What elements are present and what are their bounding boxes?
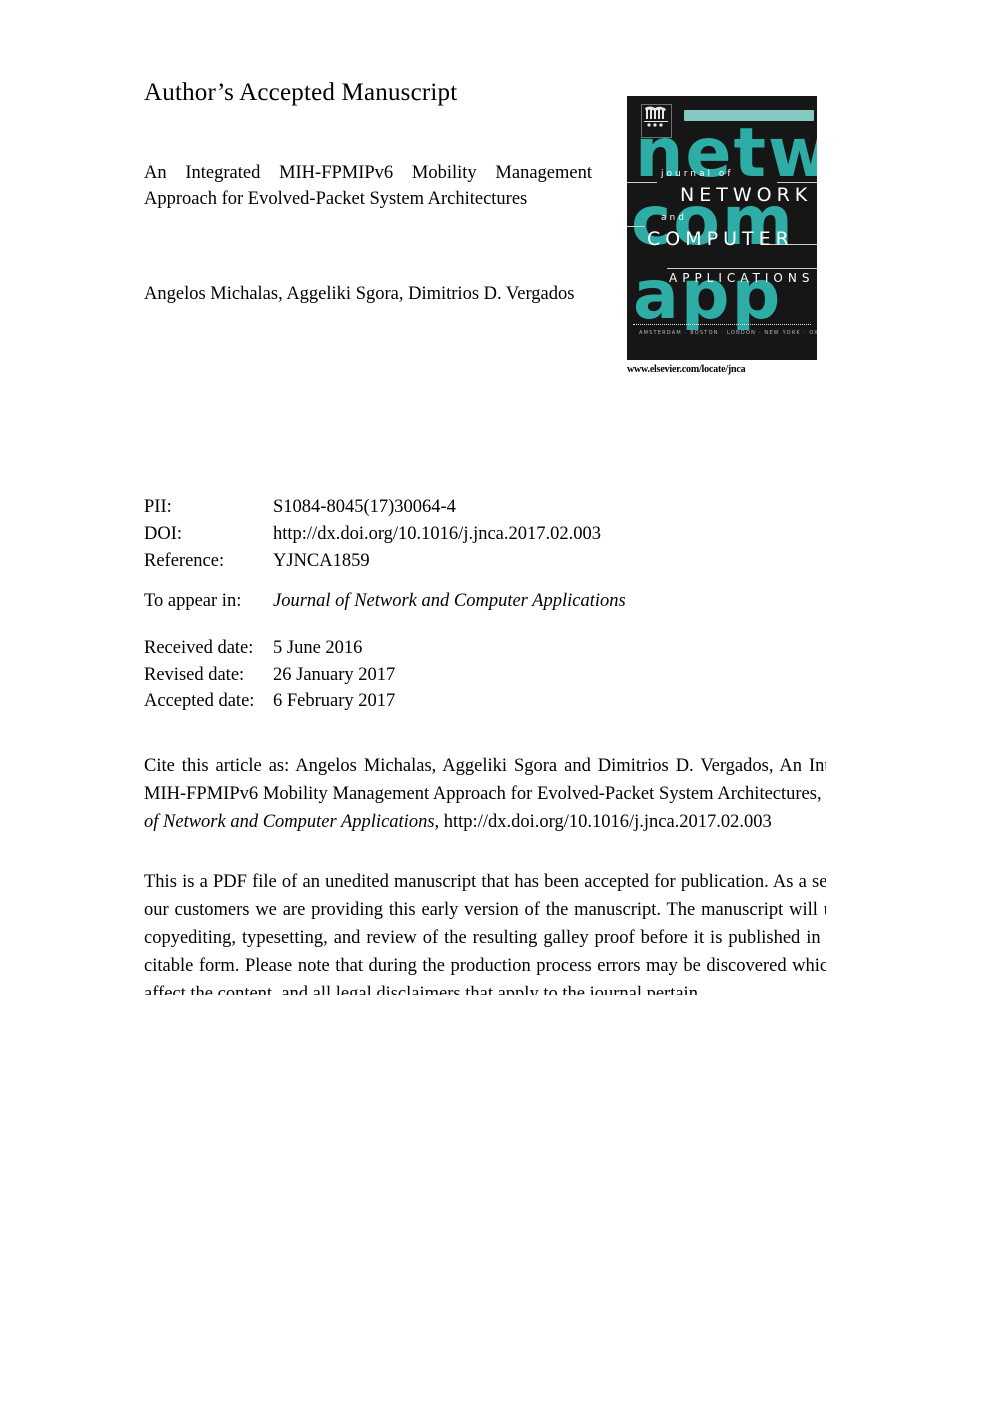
dates-block: Received date: 5 June 2016 Revised date:… <box>144 635 395 715</box>
citation-doi-tail: , http://dx.doi.org/10.1016/j.jnca.2017.… <box>434 811 772 832</box>
metadata-row-doi: DOI: http://dx.doi.org/10.1016/j.jnca.20… <box>144 521 601 548</box>
clipped-text-region: Cite this article as: Angelos Michalas, … <box>0 725 826 996</box>
metadata-value: YJNCA1859 <box>273 551 370 571</box>
date-value: 6 February 2017 <box>273 691 396 711</box>
date-label: Received date: <box>144 638 254 658</box>
metadata-block: PII: S1084-8045(17)30064-4 DOI: http://d… <box>144 494 601 575</box>
cover-imprint-cities: AMSTERDAM · BOSTON · LONDON · NEW YORK ·… <box>639 330 817 336</box>
date-label: Revised date: <box>144 664 245 685</box>
date-row-received: Received date: 5 June 2016 <box>144 635 395 662</box>
citation-paragraph: Cite this article as: Angelos Michalas, … <box>144 752 826 836</box>
date-row-accepted: Accepted date: 6 February 2017 <box>144 688 395 715</box>
cover-rule <box>627 226 645 227</box>
cover-accent-bar <box>684 110 814 121</box>
cover-rule <box>777 182 817 183</box>
elsevier-tree-logo-icon <box>641 104 672 138</box>
metadata-key: DOI: <box>144 524 183 544</box>
to-appear-in-label: To appear in: <box>144 591 242 611</box>
article-title: An Integrated MIH-FPMIPv6 Mobility Manag… <box>144 163 592 209</box>
metadata-value: S1084-8045(17)30064-4 <box>273 497 456 517</box>
date-row-revised: Revised date: 26 January 2017 <box>144 662 395 689</box>
date-label: Accepted date: <box>144 691 255 711</box>
metadata-row-pii: PII: S1084-8045(17)30064-4 <box>144 494 601 521</box>
date-value: 5 June 2016 <box>273 638 363 658</box>
date-value: 26 January 2017 <box>273 664 396 685</box>
cover-rule <box>667 268 817 269</box>
manuscript-cover-page: Author’s Accepted Manuscript An Integrat… <box>0 0 992 1403</box>
citation-lead: Cite this article as: Angelos Michalas, … <box>144 755 826 804</box>
journal-url: www.elsevier.com/locate/jnca <box>627 364 746 375</box>
author-list: Angelos Michalas, Aggeliki Sgora, Dimitr… <box>144 284 575 304</box>
metadata-value[interactable]: http://dx.doi.org/10.1016/j.jnca.2017.02… <box>273 521 601 548</box>
journal-cover-artwork: netw com app journal of NETWORK and COMP… <box>627 96 817 360</box>
cover-label-and: and <box>661 213 687 223</box>
cover-rule <box>627 182 657 183</box>
metadata-key: Reference: <box>144 551 225 571</box>
journal-name: Journal of Network and Computer Applicat… <box>273 591 626 611</box>
disclaimer-paragraph: This is a PDF file of an unedited manusc… <box>144 871 826 996</box>
cover-label-journal-of: journal of <box>661 169 734 179</box>
journal-cover: netw com app journal of NETWORK and COMP… <box>614 89 824 379</box>
page-title: Author’s Accepted Manuscript <box>144 79 458 106</box>
cover-label-network: NETWORK <box>680 184 813 206</box>
metadata-row-reference: Reference: YJNCA1859 <box>144 548 601 575</box>
metadata-key: PII: <box>144 497 172 517</box>
cover-label-computer: COMPUTER <box>647 228 794 250</box>
cover-dotted-rule <box>633 324 811 325</box>
cover-label-applications: APPLICATIONS <box>669 271 815 285</box>
to-appear-in-row: To appear in: Journal of Network and Com… <box>144 588 626 615</box>
